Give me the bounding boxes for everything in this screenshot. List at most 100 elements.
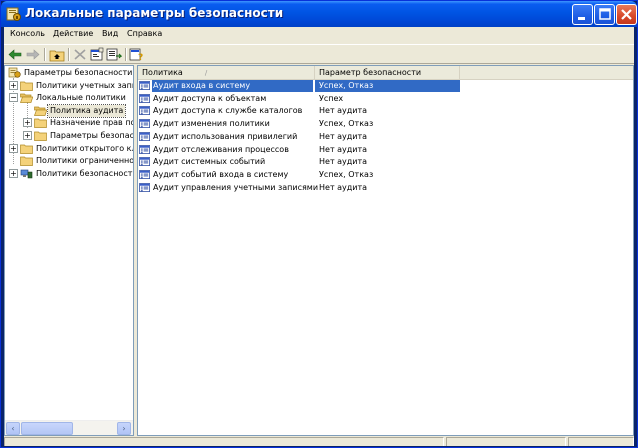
- audit-policy-icon: [139, 157, 150, 167]
- policy-setting: Нет аудита: [319, 182, 368, 192]
- audit-policy-icon: [139, 106, 150, 116]
- minimize-button[interactable]: [572, 4, 593, 25]
- folder-open-icon: [34, 106, 47, 116]
- toolbar-separator: [68, 48, 70, 61]
- collapse-icon[interactable]: −: [9, 93, 18, 103]
- table-row[interactable]: Аудит изменения политики Успех, Отказ: [138, 118, 633, 130]
- table-row[interactable]: Аудит доступа к объектам Успех: [138, 93, 633, 105]
- svg-text:?: ?: [138, 53, 143, 62]
- table-row[interactable]: Аудит системных событий Нет аудита: [138, 156, 633, 168]
- app-window: Локальные параметры безопасности Консоль…: [0, 0, 638, 448]
- horizontal-scrollbar[interactable]: ‹ ›: [5, 420, 133, 435]
- tree-item[interactable]: + Параметры безопаснос: [5, 130, 133, 142]
- tree-item-label: Локальные политики: [36, 93, 126, 103]
- audit-policy-icon: [139, 93, 150, 103]
- table-row[interactable]: Аудит отслеживания процессов Нет аудита: [138, 144, 633, 156]
- audit-policy-icon: [139, 81, 150, 90]
- menu-view[interactable]: Вид: [102, 29, 118, 38]
- expand-icon[interactable]: +: [23, 118, 32, 128]
- export-list-icon[interactable]: [106, 47, 122, 62]
- table-row[interactable]: Аудит событий входа в систему Успех, Отка…: [138, 169, 633, 181]
- forward-arrow-icon[interactable]: [25, 47, 41, 62]
- tree-item-label: Политики открытого клю: [36, 143, 134, 153]
- status-panel-tertiary: [568, 437, 634, 446]
- audit-policy-icon: [139, 144, 150, 154]
- policy-name: Аудит событий входа в систему: [153, 169, 289, 179]
- tree-pane[interactable]: Параметры безопасности + Политики учетных …: [4, 65, 134, 436]
- tree-item[interactable]: Политики ограниченного: [5, 155, 133, 167]
- tree-item-label: Политика аудита: [46, 103, 127, 118]
- scrollbar-thumb[interactable]: [21, 422, 73, 435]
- audit-policy-icon: [139, 119, 150, 129]
- tree-item[interactable]: + Назначение прав поли: [5, 117, 133, 129]
- toolbar: ?: [4, 44, 634, 64]
- chevron-right-icon: ›: [122, 424, 126, 433]
- tree-item[interactable]: + Политики безопасности I: [5, 168, 133, 180]
- maximize-button[interactable]: [594, 4, 615, 25]
- security-settings-icon: [6, 7, 21, 21]
- policy-setting: Успех: [319, 93, 344, 103]
- expand-icon[interactable]: +: [9, 168, 18, 178]
- menu-bar: Консоль Действие Вид Справка: [4, 27, 634, 43]
- expand-icon[interactable]: +: [23, 131, 32, 140]
- client-area: Консоль Действие Вид Справка ? Параметры…: [4, 27, 634, 446]
- status-panel-secondary: [446, 437, 566, 446]
- tree-item-label: Политики учетных запис: [36, 80, 134, 90]
- sort-indicator: /: [204, 69, 208, 77]
- policy-setting: Успех, Отказ: [315, 80, 460, 92]
- policy-setting: Нет аудита: [319, 157, 368, 167]
- policy-name: Аудит системных событий: [153, 157, 266, 167]
- window-title: Локальные параметры безопасности: [25, 6, 284, 20]
- expand-icon[interactable]: +: [9, 80, 18, 90]
- toolbar-separator: [44, 48, 46, 61]
- close-button[interactable]: [616, 4, 637, 25]
- table-row[interactable]: Аудит управления учетными записями Нет ау…: [138, 182, 633, 194]
- maximize-icon: [599, 8, 611, 20]
- status-panel-main: [4, 437, 444, 446]
- help-icon[interactable]: ?: [129, 47, 145, 62]
- audit-policy-icon: [139, 131, 150, 141]
- folder-icon: [34, 119, 47, 129]
- minimize-icon: [578, 17, 585, 20]
- up-folder-icon[interactable]: [49, 47, 65, 62]
- back-arrow-icon[interactable]: [7, 47, 23, 62]
- policy-setting: Нет аудита: [319, 106, 368, 116]
- policy-name: Аудит входа в систему: [152, 80, 313, 92]
- tree-item-label: Политики ограниченного: [36, 156, 134, 166]
- menu-help[interactable]: Справка: [127, 29, 162, 38]
- list-pane[interactable]: Политика / Параметр безопасности Аудит вх…: [137, 65, 634, 436]
- audit-policy-icon: [139, 169, 150, 179]
- column-header-setting[interactable]: Параметр безопасности: [315, 66, 460, 80]
- scroll-left-button[interactable]: ‹: [6, 422, 20, 435]
- table-row[interactable]: Аудит входа в систему Успех, Отказ: [138, 80, 633, 92]
- table-row[interactable]: Аудит доступа к службе каталогов Нет ауди…: [138, 105, 633, 117]
- policy-name: Аудит изменения политики: [153, 119, 270, 129]
- tree-item-label: Параметры безопасности: [24, 68, 133, 77]
- table-row[interactable]: Аудит использования привилегий Нет аудита: [138, 131, 633, 143]
- security-settings-icon: [8, 67, 21, 78]
- policy-setting: Нет аудита: [319, 144, 368, 154]
- menu-console[interactable]: Консоль: [10, 29, 45, 38]
- menu-action[interactable]: Действие: [53, 29, 93, 38]
- tree-item-label: Назначение прав поли: [50, 118, 133, 128]
- toolbar-separator: [125, 48, 127, 61]
- tree-item[interactable]: + Политики учетных запис: [5, 80, 133, 92]
- column-header-policy[interactable]: Политика /: [138, 66, 315, 80]
- tree-item[interactable]: − Локальные политики: [5, 92, 133, 104]
- scroll-right-button[interactable]: ›: [117, 422, 131, 435]
- folder-icon: [20, 144, 33, 154]
- delete-icon[interactable]: [72, 47, 88, 62]
- expand-icon[interactable]: +: [9, 143, 18, 153]
- tree-item[interactable]: Политика аудита: [5, 103, 133, 118]
- properties-icon[interactable]: [89, 47, 105, 62]
- column-setting-label: Параметр безопасности: [319, 68, 422, 77]
- tree-item[interactable]: Параметры безопасности: [5, 67, 133, 79]
- policy-name: Аудит доступа к объектам: [153, 93, 267, 103]
- title-bar[interactable]: Локальные параметры безопасности: [1, 1, 637, 27]
- policy-name: Аудит отслеживания процессов: [153, 144, 289, 154]
- ip-security-icon: [20, 169, 33, 179]
- close-icon: [621, 9, 632, 20]
- policy-setting: Нет аудита: [319, 131, 368, 141]
- tree-item[interactable]: + Политики открытого клю: [5, 143, 133, 155]
- folder-icon: [20, 81, 33, 91]
